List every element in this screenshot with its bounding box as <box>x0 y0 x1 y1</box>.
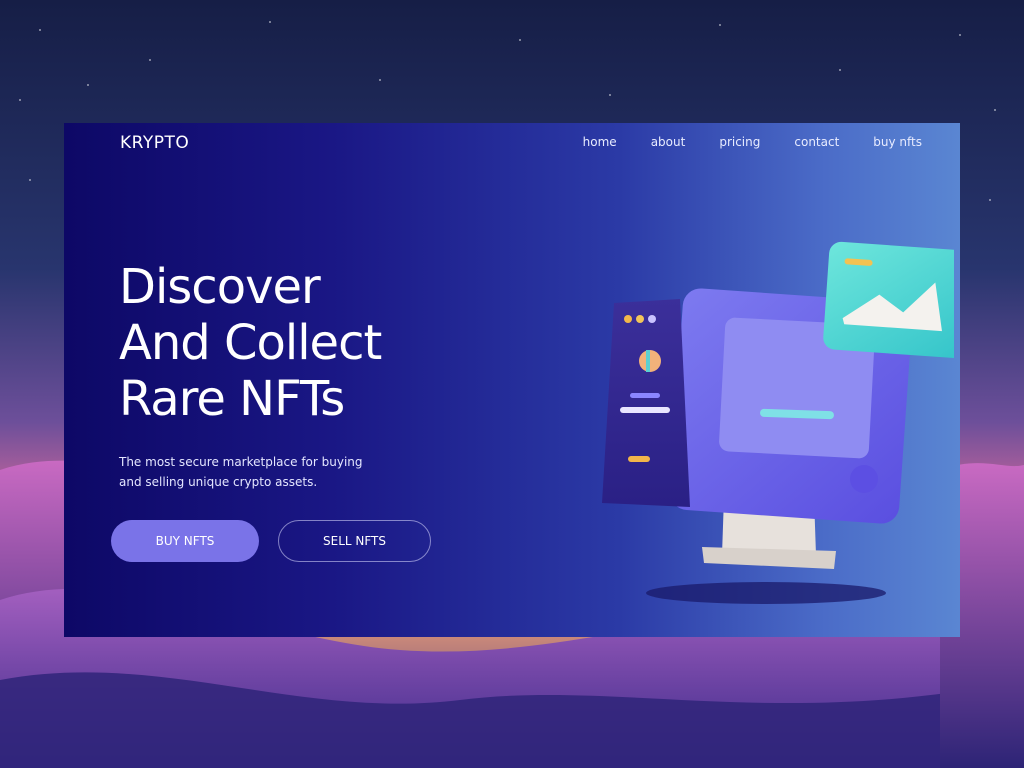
monitor-button <box>850 465 878 493</box>
sell-nfts-button[interactable]: SELL NFTS <box>278 520 431 562</box>
buy-nfts-button[interactable]: BUY NFTS <box>111 520 259 562</box>
monitor-shadow <box>646 582 886 604</box>
nav-home[interactable]: home <box>583 135 617 149</box>
nav-pricing[interactable]: pricing <box>719 135 760 149</box>
top-nav: home about pricing contact buy nfts <box>549 135 922 149</box>
nft-image-card <box>823 241 954 359</box>
hero-title: Discover And Collect Rare NFTs <box>119 259 382 427</box>
hero-title-line-2: And Collect <box>119 315 382 371</box>
hero-subtitle: The most secure marketplace for buying a… <box>119 455 363 489</box>
landing-card: KRYPTO home about pricing contact buy nf… <box>64 123 960 637</box>
brand-logo[interactable]: KRYPTO <box>120 133 189 153</box>
computer-monitor-illustration <box>602 241 954 604</box>
nav-contact[interactable]: contact <box>794 135 839 149</box>
monitor-sidebar <box>602 299 690 507</box>
hero-title-line-1: Discover <box>119 259 321 315</box>
nav-buy-nfts[interactable]: buy nfts <box>873 135 922 149</box>
nav-about[interactable]: about <box>651 135 686 149</box>
hero-title-line-3: Rare NFTs <box>119 371 345 427</box>
